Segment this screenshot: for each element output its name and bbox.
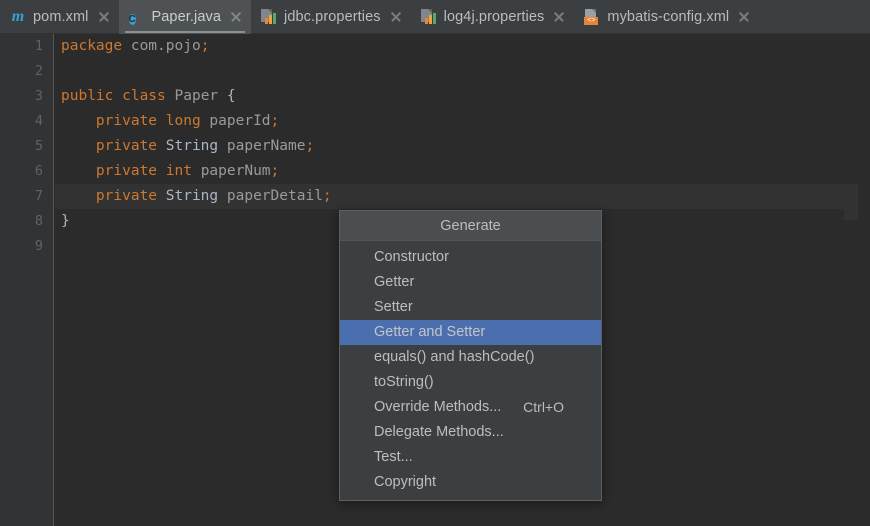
generate-menu-list: Constructor Getter Setter Getter and Set…: [340, 241, 601, 500]
line-number: 6: [34, 163, 43, 179]
menu-item-label: Delegate Methods...: [374, 424, 504, 440]
code-line: package com.pojo;: [61, 38, 210, 54]
line-number: 2: [34, 63, 43, 79]
close-icon[interactable]: [553, 11, 565, 23]
line-number: 9: [34, 238, 43, 254]
menu-item-label: Getter: [374, 274, 415, 290]
tab-paper-java[interactable]: C Paper.java: [118, 0, 252, 34]
menu-item-label: equals() and hashCode(): [374, 349, 535, 365]
ide-window: m pom.xml C Paper.java jdbc.properties l…: [0, 0, 870, 526]
close-icon[interactable]: [98, 11, 110, 23]
tab-label: log4j.properties: [443, 9, 545, 25]
properties-icon: [420, 9, 437, 25]
tab-label: jdbc.properties: [284, 9, 381, 25]
menu-item-label: Copyright: [374, 474, 437, 490]
code-line: public class Paper {: [61, 88, 236, 104]
menu-item-tostring[interactable]: toString(): [340, 370, 601, 395]
code-line: private String paperName;: [95, 138, 315, 154]
menu-item-label: toString(): [374, 374, 434, 390]
menu-item-label: Constructor: [374, 249, 449, 265]
menu-item-override-methods[interactable]: Override Methods... Ctrl+O: [340, 395, 601, 420]
menu-item-label: Setter: [374, 299, 413, 315]
tab-mybatis-config-xml[interactable]: <> mybatis-config.xml: [574, 0, 759, 34]
menu-item-label: Test...: [374, 449, 413, 465]
properties-icon: [261, 9, 277, 25]
line-number: 7: [34, 188, 43, 204]
code-line: private int paperNum;: [95, 163, 280, 179]
line-number: 3: [34, 88, 43, 104]
generate-popup: Generate Constructor Getter Setter Gette…: [339, 210, 602, 501]
menu-item-copyright[interactable]: Copyright: [340, 470, 601, 495]
menu-item-label: Getter and Setter: [374, 324, 486, 340]
menu-item-getter[interactable]: Getter: [340, 270, 601, 295]
line-number: 4: [34, 113, 43, 129]
line-number: 5: [34, 138, 43, 154]
line-number-gutter[interactable]: 1 2 3 4 5 6 7 8 9: [0, 34, 54, 526]
close-icon[interactable]: [390, 11, 402, 23]
tab-log4j-properties[interactable]: log4j.properties: [411, 0, 575, 34]
editor-tab-bar: m pom.xml C Paper.java jdbc.properties l…: [0, 0, 870, 34]
maven-icon: m: [11, 8, 25, 25]
menu-item-getter-and-setter[interactable]: Getter and Setter: [340, 320, 601, 345]
tab-label: pom.xml: [33, 9, 89, 25]
scrollbar-marker: [844, 194, 858, 220]
menu-item-label: Override Methods...: [374, 399, 502, 415]
menu-item-setter[interactable]: Setter: [340, 295, 601, 320]
close-icon[interactable]: [738, 11, 750, 23]
menu-item-constructor[interactable]: Constructor: [340, 245, 601, 270]
tab-pom-xml[interactable]: m pom.xml: [0, 0, 119, 34]
menu-item-delegate-methods[interactable]: Delegate Methods...: [340, 420, 601, 445]
code-line-current: private String paperDetail;: [55, 184, 870, 209]
java-class-icon: C: [128, 14, 136, 25]
close-icon[interactable]: [230, 11, 242, 23]
editor-vertical-scrollbar[interactable]: [858, 34, 870, 526]
line-number: 8: [34, 213, 43, 229]
line-number: 1: [34, 38, 43, 54]
menu-item-shortcut: Ctrl+O: [523, 399, 564, 415]
code-line: private long paperId;: [95, 113, 280, 129]
popup-title: Generate: [340, 211, 601, 241]
tab-label: mybatis-config.xml: [607, 9, 730, 25]
menu-item-test[interactable]: Test...: [340, 445, 601, 470]
tab-jdbc-properties[interactable]: jdbc.properties: [251, 0, 411, 34]
xml-icon: <>: [584, 9, 600, 25]
tab-label: Paper.java: [151, 9, 222, 25]
menu-item-equals-and-hashcode[interactable]: equals() and hashCode(): [340, 345, 601, 370]
